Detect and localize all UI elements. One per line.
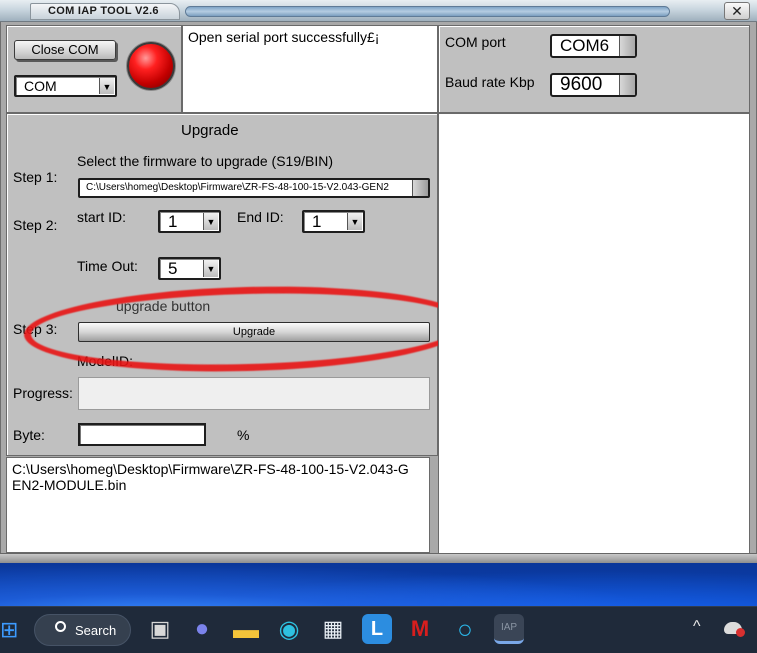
end-id-select[interactable]: 1 ▼ [302, 210, 365, 233]
timeout-label: Time Out: [77, 258, 138, 274]
progress-label: Progress: [13, 385, 73, 401]
timeout-value: 5 [168, 259, 178, 278]
iap-tool-icon[interactable]: IAP [494, 614, 524, 644]
step1-label: Step 1: [13, 169, 58, 185]
window-bottom-edge [0, 553, 757, 563]
store-icon[interactable]: ▦ [318, 614, 348, 644]
close-com-button[interactable]: Close COM [14, 40, 116, 60]
chevron-down-icon[interactable]: ▼ [347, 213, 362, 230]
onedrive-icon[interactable] [724, 622, 745, 637]
upgrade-heading: Upgrade [181, 122, 239, 139]
teams-icon[interactable]: ● [187, 614, 217, 644]
log-textarea[interactable]: C:\Users\homeg\Desktop\Firmware\ZR-FS-48… [6, 457, 430, 553]
cortana-icon[interactable]: ○ [450, 614, 480, 644]
start-id-value: 1 [168, 212, 178, 231]
baud-rate-field[interactable]: 9600 [550, 73, 637, 97]
step2-label: Step 2: [13, 217, 58, 233]
com-port-value: COM6 [560, 36, 610, 55]
progress-bar [78, 377, 430, 410]
com-port-field[interactable]: COM6 [550, 34, 637, 58]
windows-start-icon[interactable]: ⊞ [0, 618, 20, 642]
status-message: Open serial port successfully£¡ [188, 29, 380, 45]
search-box[interactable]: Search [34, 614, 131, 646]
status-led-icon [127, 42, 175, 90]
baud-rate-value: 9600 [560, 74, 603, 95]
browse-button[interactable] [412, 180, 428, 196]
baud-rate-label: Baud rate Kbp [445, 74, 535, 90]
chevron-down-icon[interactable]: ▼ [99, 78, 114, 94]
file-explorer-icon[interactable]: ▬ [231, 614, 261, 644]
task-view-icon[interactable]: ▣ [145, 614, 175, 644]
search-icon [55, 621, 66, 632]
output-panel[interactable] [438, 113, 750, 554]
tray-chevron-icon[interactable]: ^ [693, 618, 701, 636]
start-id-label: start ID: [77, 209, 127, 225]
chevron-down-icon[interactable]: ▼ [203, 213, 218, 230]
window-title: COM IAP TOOL V2.6 [48, 5, 159, 17]
firmware-path-field[interactable]: C:\Users\homeg\Desktop\Firmware\ZR-FS-48… [78, 178, 430, 198]
edge-icon[interactable]: ◉ [274, 614, 304, 644]
end-id-label: End ID: [237, 209, 284, 225]
firmware-path-value: C:\Users\homeg\Desktop\Firmware\ZR-FS-48… [86, 182, 389, 193]
l-app-icon[interactable]: L [362, 614, 392, 644]
close-window-button[interactable]: ✕ [724, 2, 750, 20]
chevron-down-icon[interactable]: ▼ [203, 260, 218, 277]
byte-field[interactable] [78, 423, 206, 446]
close-icon: ✕ [731, 3, 743, 19]
status-message-box: Open serial port successfully£¡ [182, 25, 438, 113]
timeout-select[interactable]: 5 ▼ [158, 257, 221, 280]
port-type-select[interactable]: COM ▼ [14, 75, 117, 97]
byte-label: Byte: [13, 427, 45, 443]
select-firmware-text: Select the firmware to upgrade (S19/BIN) [77, 153, 334, 169]
com-port-label: COM port [445, 34, 506, 50]
search-label: Search [75, 623, 117, 638]
error-badge-icon [736, 628, 745, 637]
start-id-select[interactable]: 1 ▼ [158, 210, 221, 233]
port-type-value: COM [24, 78, 57, 94]
title-decoration [185, 6, 670, 17]
log-text: C:\Users\homeg\Desktop\Firmware\ZR-FS-48… [12, 461, 409, 493]
percent-sign: % [237, 427, 250, 443]
end-id-value: 1 [312, 212, 322, 231]
mcafee-icon[interactable]: M [405, 614, 435, 644]
